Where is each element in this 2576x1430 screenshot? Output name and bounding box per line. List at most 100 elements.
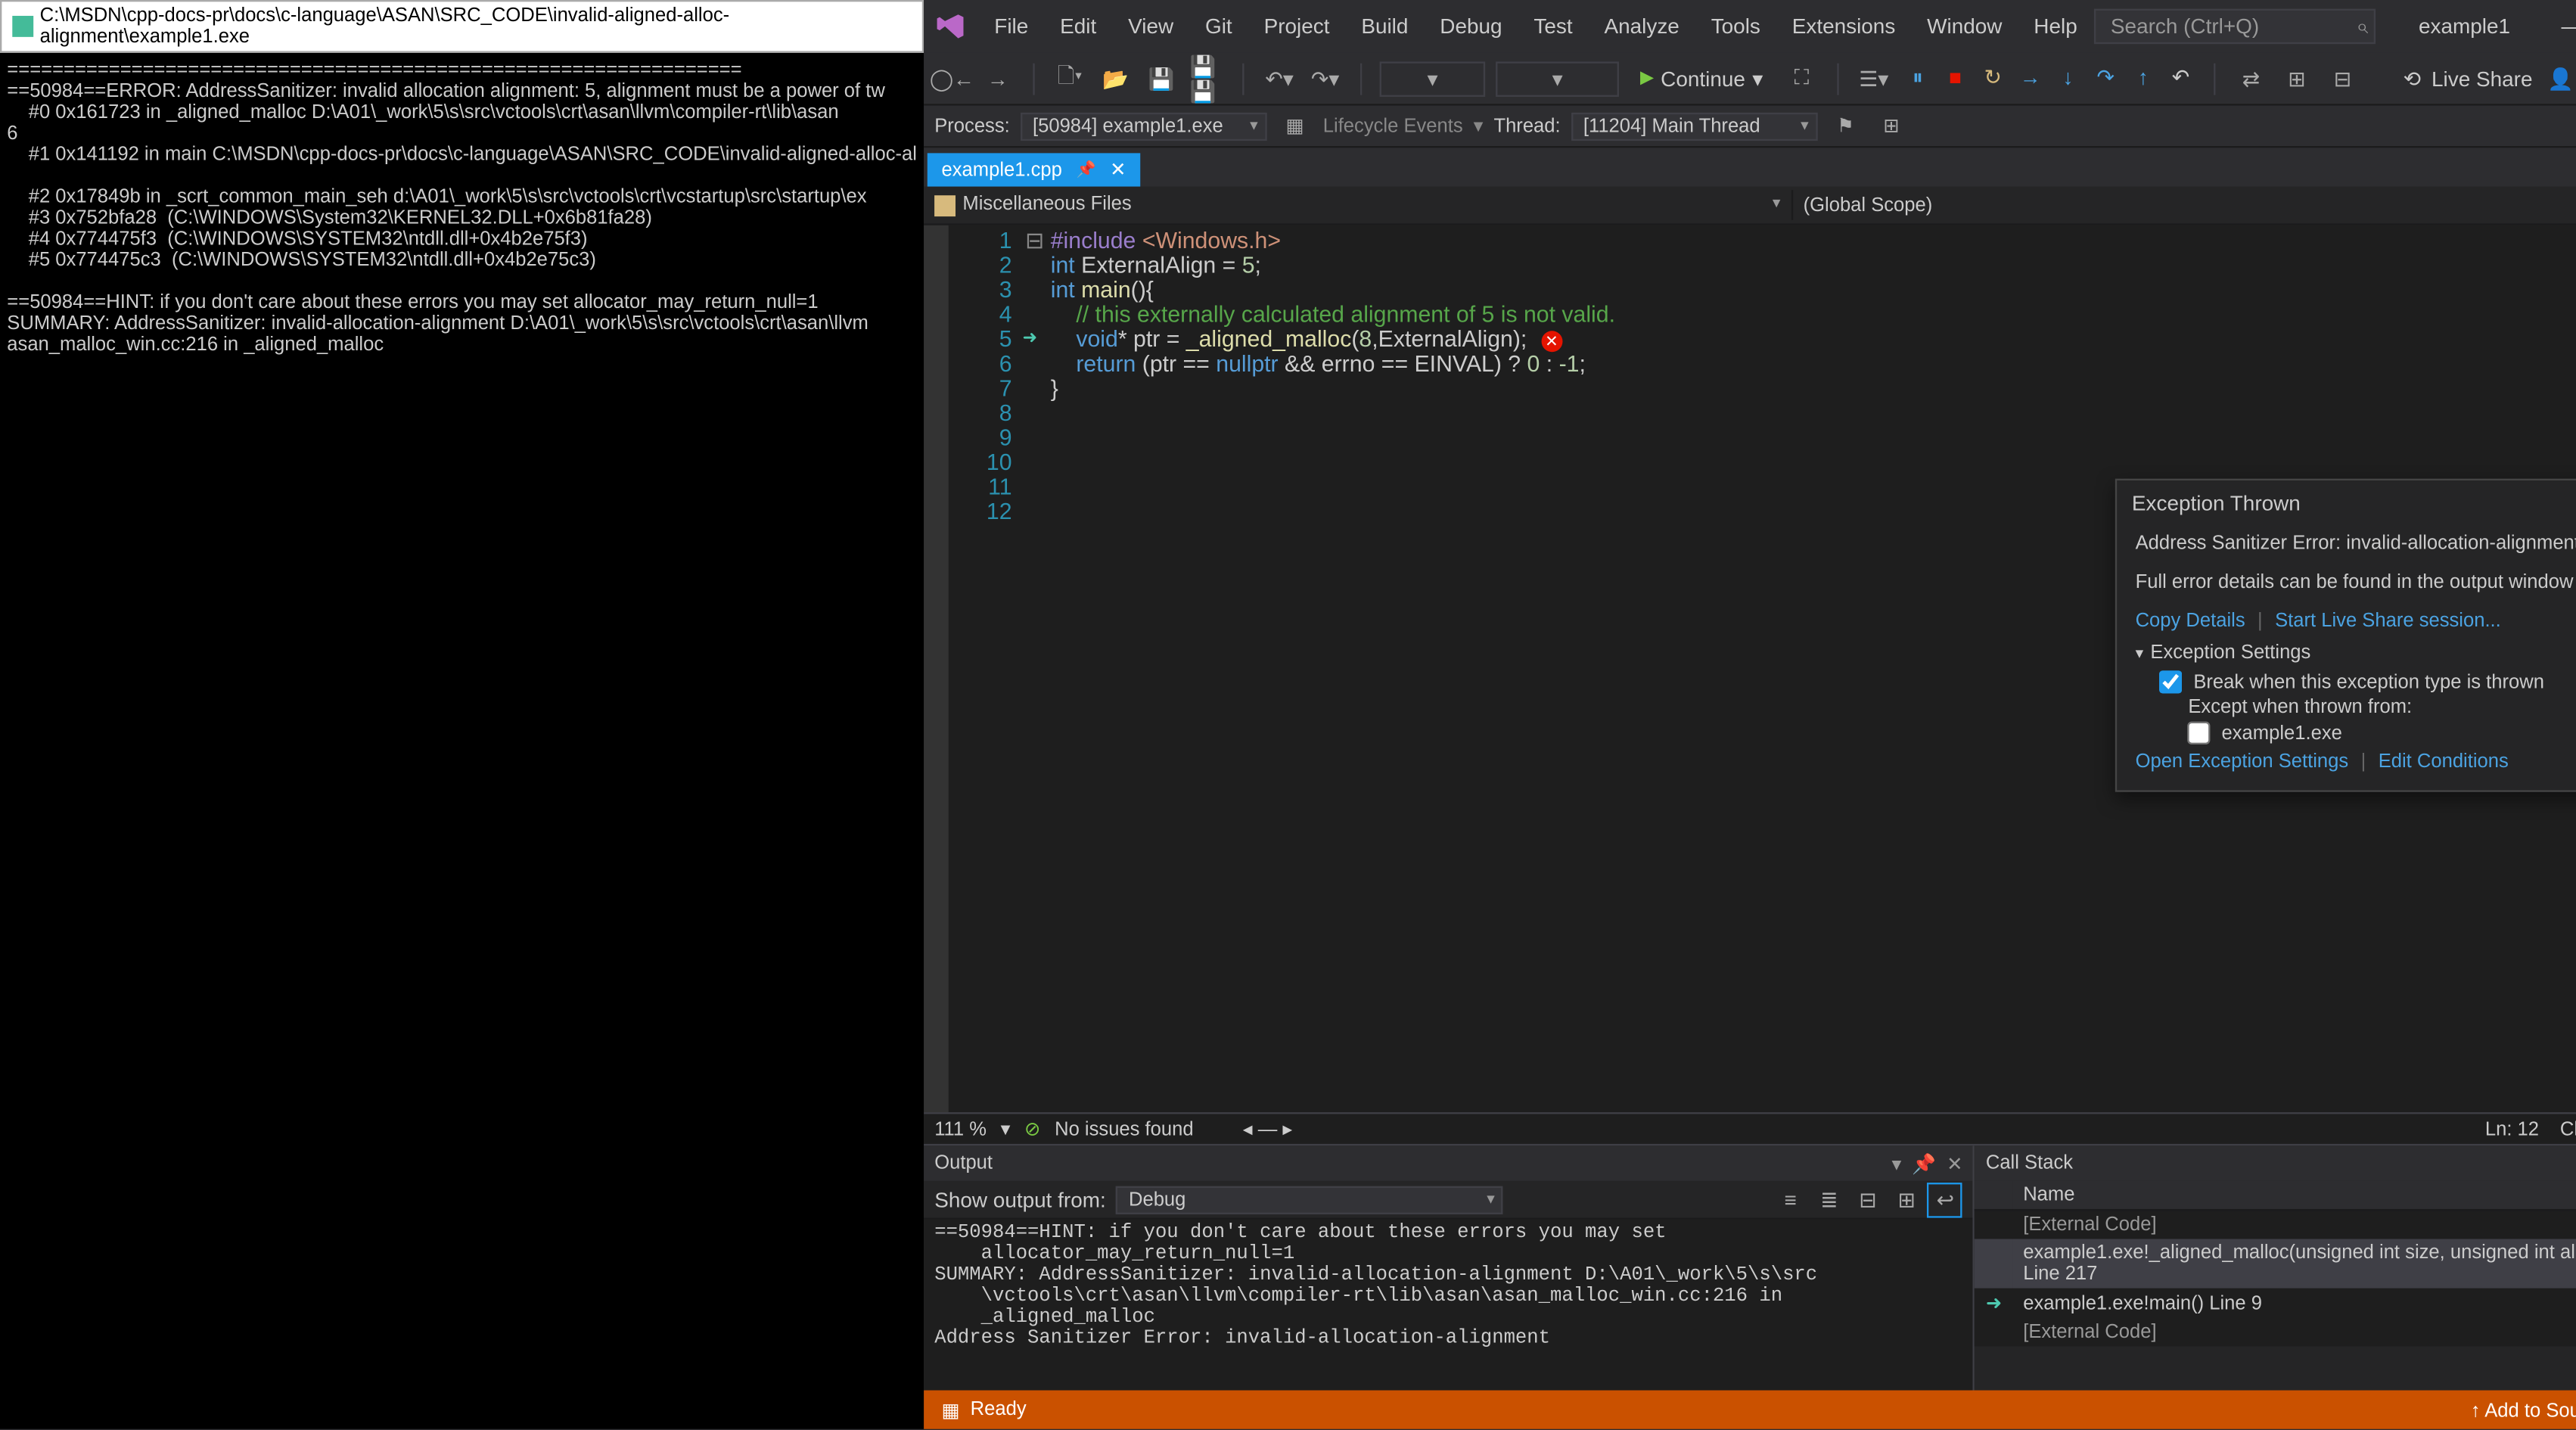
solution-name: example1: [2401, 14, 2528, 39]
nav-back-button[interactable]: ◯←: [934, 61, 970, 96]
search-box[interactable]: Search (Ctrl+Q): [2095, 9, 2376, 45]
new-button[interactable]: 🗋▾: [1052, 61, 1088, 96]
titlebar: FileEditViewGitProjectBuildDebugTestAnal…: [924, 0, 2576, 53]
debug-location-toolbar: Process: [50984] example1.exe ▦ Lifecycl…: [924, 106, 2576, 148]
zoom-level[interactable]: 111 %: [934, 1118, 987, 1139]
char-indicator[interactable]: Ch: 1: [2560, 1118, 2576, 1139]
edit-conditions-link[interactable]: Edit Conditions: [2379, 751, 2509, 773]
except-from-checkbox[interactable]: [2188, 722, 2211, 745]
minimize-button[interactable]: —: [2531, 0, 2576, 53]
restart-button[interactable]: ↻: [1977, 65, 2009, 90]
step-into-button[interactable]: ↓: [2052, 65, 2084, 90]
copy-details-link[interactable]: Copy Details: [2136, 611, 2245, 632]
code-navbar: Miscellaneous Files (Global Scope) ⊞: [924, 187, 2576, 225]
toggle-button[interactable]: ⇄: [2233, 61, 2269, 96]
exception-popup: Exception Thrown 📌 ✕ Address Sanitizer E…: [2116, 479, 2576, 792]
process-dropdown[interactable]: [50984] example1.exe: [1021, 112, 1267, 140]
step-back-button[interactable]: ↶: [2165, 65, 2197, 90]
debug-target-button[interactable]: ⛶: [1784, 61, 1819, 96]
callstack-row[interactable]: [External Code]: [1975, 1210, 2576, 1239]
callstack-row[interactable]: ➜example1.exe!main() Line 9C++: [1975, 1289, 2576, 1319]
live-share-button[interactable]: ⟲ Live Share: [2404, 66, 2533, 91]
popup-message: Address Sanitizer Error: invalid-allocat…: [2136, 533, 2576, 555]
callstack-table[interactable]: Name Lang [External Code]example1.exe!_a…: [1975, 1181, 2576, 1347]
callstack-row[interactable]: example1.exe!_aligned_malloc(unsigned in…: [1975, 1239, 2576, 1289]
menu-window[interactable]: Window: [1913, 7, 2017, 45]
nav-scope-dropdown[interactable]: (Global Scope): [1793, 191, 2576, 219]
fold-gutter[interactable]: ⊟: [1023, 225, 1048, 1112]
output-tb4[interactable]: ⊞: [1889, 1182, 1925, 1217]
menu-analyze[interactable]: Analyze: [1590, 7, 1694, 45]
stop-button[interactable]: ■: [1940, 65, 1972, 90]
lifecycle-icon[interactable]: ▦: [1277, 108, 1313, 144]
visual-studio-window: FileEditViewGitProjectBuildDebugTestAnal…: [924, 0, 2576, 1429]
error-icon[interactable]: ✕: [1541, 331, 1562, 352]
menu-edit[interactable]: Edit: [1046, 7, 1111, 45]
save-button[interactable]: 💾: [1144, 61, 1179, 96]
issues-icon: ⊘: [1024, 1118, 1040, 1140]
callstack-row[interactable]: [External Code]: [1975, 1318, 2576, 1346]
windows-button[interactable]: ☰▾: [1857, 61, 1892, 96]
add-source-control-button[interactable]: ↑ Add to Source Control ▴: [2471, 1398, 2576, 1421]
open-button[interactable]: 📂: [1098, 61, 1134, 96]
console-output[interactable]: ========================================…: [0, 53, 924, 1429]
undo-button[interactable]: ↶▾: [1262, 61, 1297, 96]
output-source-dropdown[interactable]: Debug: [1117, 1186, 1504, 1214]
pause-button[interactable]: ⏸: [1902, 65, 1934, 92]
menu-project[interactable]: Project: [1250, 7, 1344, 45]
output-pin-icon[interactable]: 📌: [1912, 1152, 1936, 1174]
tab-close-icon[interactable]: ✕: [1110, 158, 1126, 181]
popup-title: Exception Thrown: [2132, 491, 2301, 516]
callstack-panel: Call Stack ▾ 📌 ✕ Name Lang: [1975, 1146, 2576, 1390]
liveshare-icon: ⟲: [2404, 66, 2421, 91]
platform-dropdown[interactable]: ▾: [1496, 61, 1619, 96]
output-wrap-button[interactable]: ↩: [1928, 1182, 1963, 1217]
misc-btn1[interactable]: ⊞: [2279, 61, 2315, 96]
output-tb2[interactable]: ≣: [1812, 1182, 1847, 1217]
main-toolbar: ◯← → 🗋▾ 📂 💾 💾💾 ↶▾ ↷▾ ▾ ▾ ▶ Continue ▾ ⛶ …: [924, 53, 2576, 106]
menu-help[interactable]: Help: [2020, 7, 2092, 45]
nav-fwd-button[interactable]: →: [980, 61, 1016, 96]
pin-icon[interactable]: 📌: [1076, 160, 1095, 180]
save-all-button[interactable]: 💾💾: [1189, 61, 1225, 96]
config-dropdown[interactable]: ▾: [1380, 61, 1486, 96]
editor-statusline: 111 % ▾ ⊘ No issues found ◂ — ▸ Ln: 12 C…: [924, 1112, 2576, 1144]
vs-logo-icon: [934, 11, 966, 42]
code-editor[interactable]: 123456789101112 ⊟ #include <Windows.h>in…: [924, 225, 2576, 1112]
menu-view[interactable]: View: [1114, 7, 1188, 45]
feedback-button[interactable]: 👤: [2543, 61, 2576, 96]
line-indicator[interactable]: Ln: 12: [2485, 1118, 2539, 1139]
output-dropdown-icon[interactable]: ▾: [1892, 1152, 1902, 1174]
stack-frame-button[interactable]: ⊞: [1874, 108, 1909, 144]
exset-toggle-icon[interactable]: ▾: [2136, 643, 2144, 663]
output-close-icon[interactable]: ✕: [1947, 1152, 1962, 1174]
continue-button[interactable]: ▶ Continue ▾: [1630, 66, 1773, 91]
menu-test[interactable]: Test: [1520, 7, 1586, 45]
output-text[interactable]: ==50984==HINT: if you don't care about t…: [924, 1220, 1973, 1391]
menu-file[interactable]: File: [980, 7, 1043, 45]
break-checkbox[interactable]: [2160, 670, 2183, 693]
menu-build[interactable]: Build: [1347, 7, 1422, 45]
console-titlebar[interactable]: C:\MSDN\cpp-docs-pr\docs\c-language\ASAN…: [0, 0, 924, 53]
menu-git[interactable]: Git: [1191, 7, 1246, 45]
flag-button[interactable]: ⚑: [1828, 108, 1863, 144]
start-liveshare-link[interactable]: Start Live Share session...: [2275, 611, 2501, 632]
breakpoint-gutter[interactable]: [924, 225, 949, 1112]
issues-text[interactable]: No issues found: [1055, 1118, 1193, 1139]
output-tb3[interactable]: ⊟: [1850, 1182, 1886, 1217]
misc-btn2[interactable]: ⊟: [2325, 61, 2360, 96]
show-next-button[interactable]: →: [2015, 65, 2046, 90]
thread-dropdown[interactable]: [11204] Main Thread: [1571, 112, 1818, 140]
output-tb1[interactable]: ≡: [1773, 1182, 1808, 1217]
step-over-button[interactable]: ↷: [2090, 65, 2121, 90]
nav-project-dropdown[interactable]: Miscellaneous Files: [924, 191, 1792, 219]
console-window: C:\MSDN\cpp-docs-pr\docs\c-language\ASAN…: [0, 0, 924, 1429]
step-out-button[interactable]: ↑: [2127, 65, 2159, 90]
redo-button[interactable]: ↷▾: [1307, 61, 1343, 96]
menu-tools[interactable]: Tools: [1697, 7, 1774, 45]
menu-debug[interactable]: Debug: [1426, 7, 1516, 45]
menu-extensions[interactable]: Extensions: [1778, 7, 1909, 45]
output-panel: Output ▾ 📌 ✕ Show output from: Debug: [924, 1146, 1975, 1390]
open-exception-settings-link[interactable]: Open Exception Settings: [2136, 751, 2349, 773]
tab-example1-cpp[interactable]: example1.cpp 📌 ✕: [928, 153, 1140, 186]
